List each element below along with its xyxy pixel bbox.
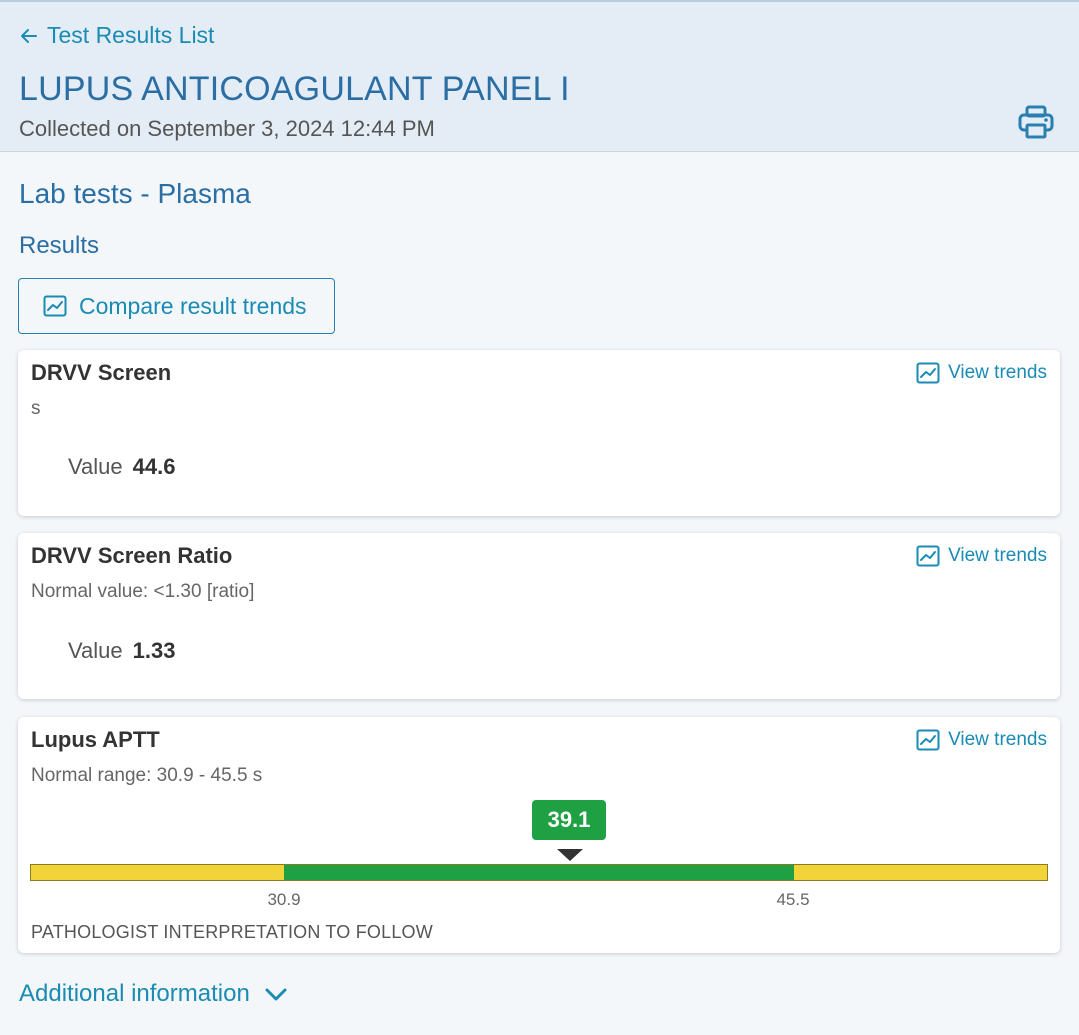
- result-name: DRVV Screen Ratio: [31, 543, 233, 568]
- interpretation-note: PATHOLOGIST INTERPRETATION TO FOLLOW: [31, 922, 433, 942]
- value-row: Value 1.33: [68, 638, 175, 664]
- result-normal-range: Normal range: 30.9 - 45.5 s: [31, 765, 263, 786]
- result-name: DRVV Screen: [31, 360, 172, 385]
- view-trends-label[interactable]: View trends: [948, 545, 1047, 567]
- result-card-lupus-aptt: Lupus APTT Normal range: 30.9 - 45.5 s V…: [18, 717, 1060, 953]
- back-link-label[interactable]: Test Results List: [47, 22, 214, 49]
- result-card-drvv-screen-ratio: DRVV Screen Ratio Normal value: <1.30 [r…: [18, 533, 1060, 699]
- section-title: Lab tests - Plasma: [19, 178, 251, 209]
- trend-chart-icon: [43, 295, 67, 317]
- trend-chart-icon: [916, 545, 940, 567]
- result-card-drvv-screen: DRVV Screen s View trends Value 44.6: [18, 350, 1060, 516]
- arrow-left-icon: [21, 28, 37, 43]
- compare-trends-label[interactable]: Compare result trends: [79, 293, 307, 320]
- view-trends-label[interactable]: View trends: [948, 362, 1047, 384]
- view-trends-link[interactable]: View trends: [916, 545, 1047, 567]
- back-to-results-link[interactable]: Test Results List: [19, 22, 214, 49]
- result-value: 44.6: [132, 454, 176, 479]
- result-value: 1.33: [132, 638, 176, 663]
- collected-date: Collected on September 3, 2024 12:44 PM: [19, 116, 435, 141]
- range-normal: [284, 865, 794, 880]
- view-trends-label[interactable]: View trends: [948, 729, 1047, 751]
- range-low-label: 30.9: [267, 890, 301, 909]
- chevron-down-icon: [265, 988, 287, 1001]
- result-value-flag: 39.1: [532, 800, 606, 840]
- value-row: Value 44.6: [68, 454, 175, 480]
- printer-icon: [1018, 105, 1054, 139]
- result-name: Lupus APTT: [31, 727, 160, 752]
- additional-information-toggle[interactable]: Additional information: [19, 980, 288, 1008]
- value-pointer: [557, 849, 583, 861]
- reference-range-bar: [30, 864, 1048, 881]
- page-title: LUPUS ANTICOAGULANT PANEL I: [19, 70, 570, 108]
- range-below-normal: [31, 865, 284, 880]
- result-unit: s: [31, 398, 41, 419]
- compare-trends-button[interactable]: Compare result trends: [18, 278, 335, 334]
- additional-information-label[interactable]: Additional information: [19, 980, 250, 1008]
- view-trends-link[interactable]: View trends: [916, 362, 1047, 384]
- value-label: Value: [68, 638, 123, 663]
- result-normal-value: Normal value: <1.30 [ratio]: [31, 581, 255, 602]
- results-heading: Results: [19, 232, 100, 259]
- value-label: Value: [68, 454, 123, 479]
- range-above-normal: [794, 865, 1047, 880]
- trend-chart-icon: [916, 362, 940, 384]
- trend-chart-icon: [916, 729, 940, 751]
- view-trends-link[interactable]: View trends: [916, 729, 1047, 751]
- page-header: Test Results List LUPUS ANTICOAGULANT PA…: [0, 0, 1079, 152]
- print-button[interactable]: [1017, 103, 1055, 141]
- range-high-label: 45.5: [776, 890, 810, 909]
